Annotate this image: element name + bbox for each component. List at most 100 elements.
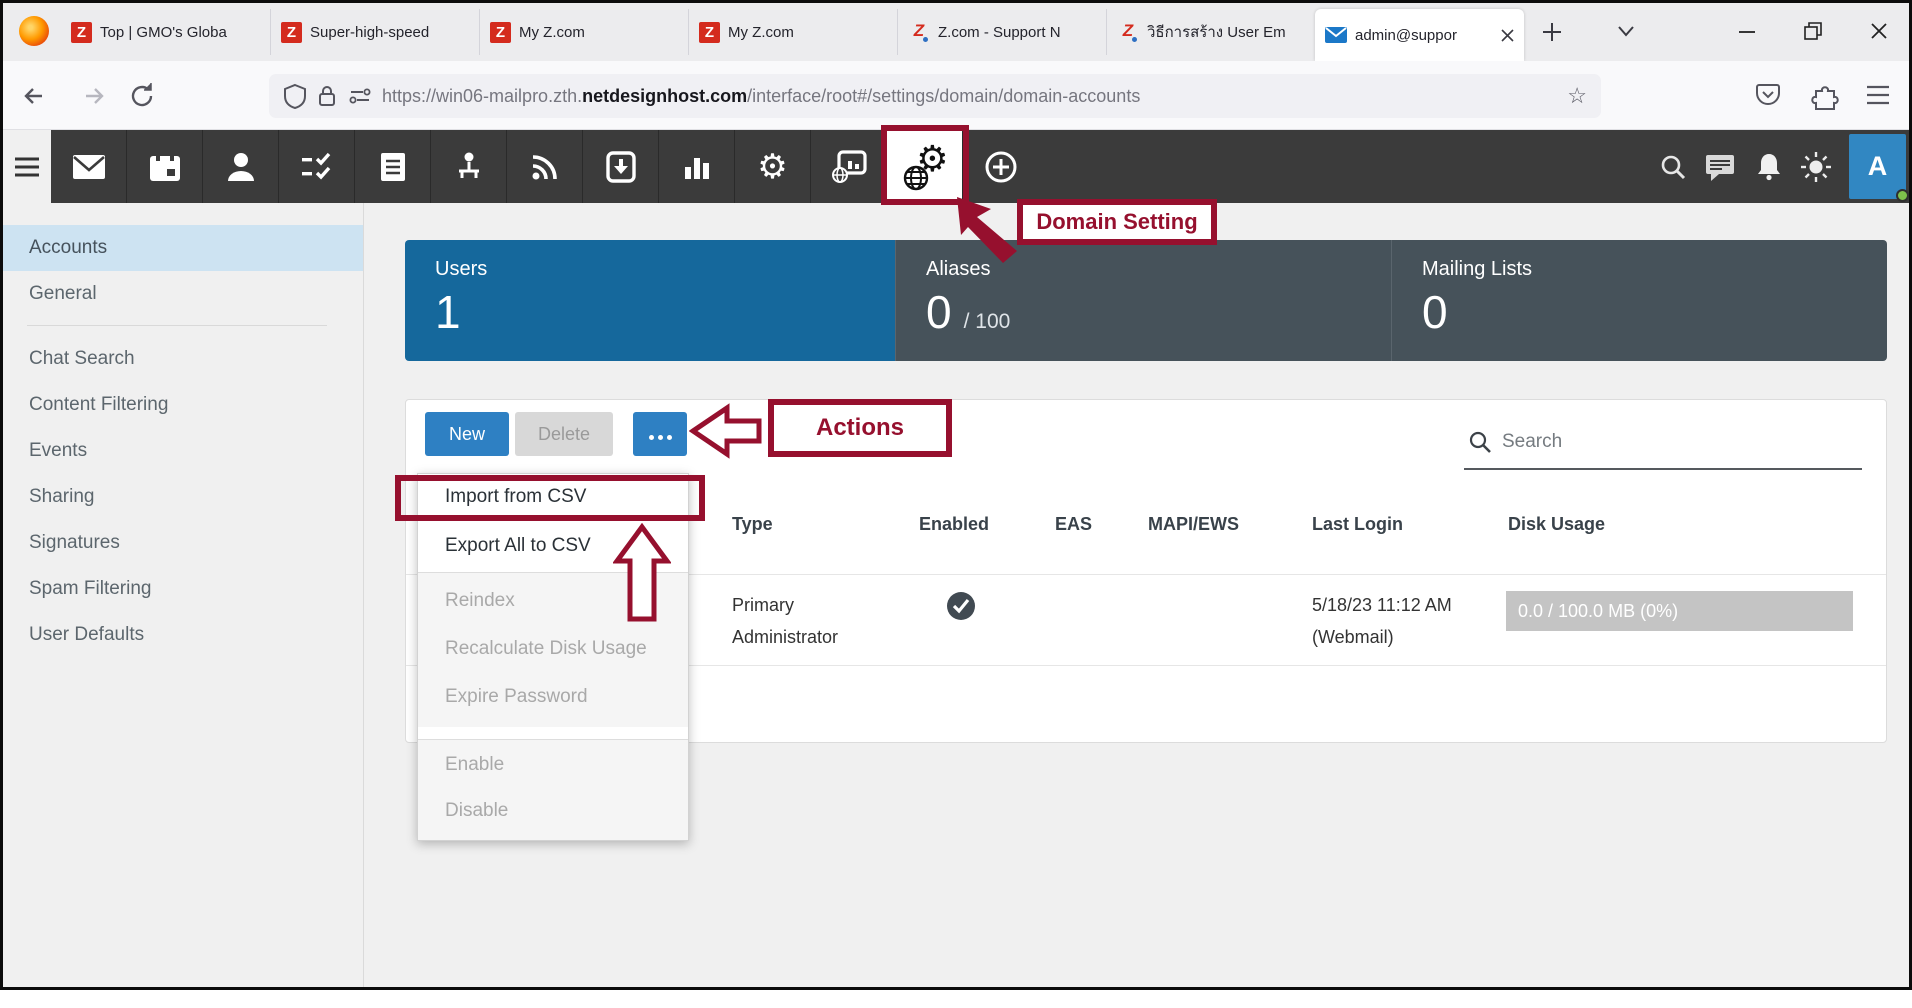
chat-button[interactable] [1703, 130, 1737, 203]
accounts-main: Users 1 Aliases 0/ 100 Mailing Lists 0 N… [365, 203, 1909, 987]
download-box-icon [606, 151, 636, 183]
window-restore-button[interactable] [1799, 17, 1827, 45]
sidebar-item-accounts[interactable]: Accounts [3, 225, 363, 271]
users-card[interactable]: Users 1 [405, 240, 895, 361]
tab-thai-user-guide[interactable]: Z วิธีการสร้าง User Em [1106, 9, 1315, 55]
global-search-button[interactable] [1658, 130, 1688, 203]
avatar[interactable]: A [1849, 134, 1906, 199]
account-search[interactable] [1464, 416, 1862, 470]
sidebar-item-events[interactable]: Events [3, 428, 363, 474]
enabled-check-icon [946, 591, 976, 621]
sidebar-item-sharing[interactable]: Sharing [3, 474, 363, 520]
menu-item-recalculate-disk-usage[interactable]: Recalculate Disk Usage [418, 625, 688, 673]
toolbar-item-new[interactable] [963, 130, 1039, 203]
toolbar-item-feeds[interactable] [507, 130, 583, 203]
mailing-lists-count: 0 [1422, 285, 1448, 339]
browser-menu-icon[interactable] [1863, 82, 1893, 108]
window-close-button[interactable] [1865, 17, 1893, 45]
actions-arrow-icon [689, 403, 763, 459]
window-minimize-button[interactable] [1733, 17, 1761, 45]
menu-icon[interactable] [13, 156, 41, 178]
reload-button[interactable] [125, 78, 161, 114]
zcom-favicon-icon: Z [699, 22, 720, 43]
tab-my-zcom-1[interactable]: Z My Z.com [479, 9, 688, 55]
import-from-csv-highlight-frame [395, 475, 705, 521]
mail-icon [71, 152, 107, 182]
pocket-icon[interactable] [1753, 80, 1783, 110]
more-actions-button[interactable] [633, 412, 687, 456]
column-header-type[interactable]: Type [732, 500, 773, 548]
search-input[interactable] [1502, 431, 1802, 453]
back-button[interactable] [17, 78, 53, 114]
delete-button[interactable]: Delete [515, 412, 613, 456]
column-header-enabled[interactable]: Enabled [919, 500, 989, 548]
theme-button[interactable] [1798, 130, 1834, 203]
import-csv-arrow-icon [613, 523, 671, 623]
notes-icon [379, 151, 407, 183]
toolbar-item-reports[interactable] [659, 130, 735, 203]
column-header-last-login[interactable]: Last Login [1312, 500, 1403, 548]
avatar-initial: A [1868, 151, 1888, 182]
toolbar-item-connections[interactable] [431, 130, 507, 203]
column-header-mapi-ews[interactable]: MAPI/EWS [1148, 500, 1239, 548]
toolbar-item-settings[interactable]: ⚙ [735, 130, 811, 203]
permissions-icon[interactable] [347, 85, 373, 107]
disk-usage-bar: 0.0 / 100.0 MB (0%) [1506, 591, 1853, 631]
tab-super-high-speed[interactable]: Z Super-high-speed [270, 9, 479, 55]
column-header-eas[interactable]: EAS [1055, 500, 1092, 548]
bookmark-star-icon[interactable]: ☆ [1567, 83, 1587, 109]
sidebar-item-chat-search[interactable]: Chat Search [3, 336, 363, 382]
sidebar-item-content-filtering[interactable]: Content Filtering [3, 382, 363, 428]
toolbar-item-mail[interactable] [51, 130, 127, 203]
gear-icon: ⚙ [757, 150, 787, 184]
toolbar-item-notes[interactable] [355, 130, 431, 203]
card-label: Mailing Lists [1422, 258, 1887, 281]
mail-favicon-icon [1325, 26, 1347, 44]
menu-item-enable[interactable]: Enable [418, 742, 688, 788]
menu-item-disable[interactable]: Disable [418, 788, 688, 834]
tab-title: วิธีการสร้าง User Em [1147, 20, 1305, 44]
toolbar-item-install[interactable] [583, 130, 659, 203]
tab-admin-webmail[interactable]: admin@suppor [1315, 9, 1524, 61]
plus-circle-icon [984, 150, 1018, 184]
sidebar-item-signatures[interactable]: Signatures [3, 520, 363, 566]
lock-icon[interactable] [316, 83, 338, 109]
mailing-lists-card[interactable]: Mailing Lists 0 [1391, 240, 1887, 361]
extensions-puzzle-icon[interactable] [1809, 80, 1839, 110]
tab-list-chevron-icon[interactable] [1615, 23, 1637, 39]
tab-zcom-support[interactable]: Z Z.com - Support N [897, 9, 1106, 55]
tab-title: admin@suppor [1355, 27, 1495, 44]
toolbar-item-domain-reports[interactable] [811, 130, 887, 203]
sidebar-toggle-area [3, 130, 51, 203]
chat-icon [1704, 152, 1736, 182]
sidebar-item-general[interactable]: General [3, 271, 363, 317]
sidebar-item-user-defaults[interactable]: User Defaults [3, 612, 363, 658]
tracking-shield-icon[interactable] [283, 83, 307, 109]
domain-settings-highlight-frame [881, 125, 969, 205]
toolbar-item-calendar[interactable] [127, 130, 203, 203]
new-button[interactable]: New [425, 412, 509, 456]
toolbar-item-contacts[interactable] [203, 130, 279, 203]
users-count: 1 [435, 285, 461, 339]
tab-close-icon[interactable] [1501, 29, 1514, 42]
new-tab-button[interactable] [1539, 19, 1565, 45]
bar-chart-icon [682, 153, 712, 181]
notifications-button[interactable] [1753, 130, 1785, 203]
zcom-script-favicon-icon: Z [908, 21, 930, 43]
aliases-count: 0 [926, 285, 952, 339]
tab-title: Z.com - Support N [938, 24, 1096, 41]
calendar-icon [148, 151, 182, 183]
column-header-disk-usage[interactable]: Disk Usage [1508, 500, 1605, 548]
tab-bar: Z Top | GMO's Globa Z Super-high-speed Z… [3, 3, 1909, 61]
forward-button[interactable] [75, 78, 111, 114]
tab-title: My Z.com [728, 24, 887, 41]
menu-gap [418, 727, 688, 739]
firefox-logo-icon[interactable] [19, 16, 49, 46]
url-bar[interactable]: https://win06-mailpro.zth.netdesignhost.… [269, 74, 1601, 118]
tab-my-zcom-2[interactable]: Z My Z.com [688, 9, 897, 55]
tab-gmo-global[interactable]: Z Top | GMO's Globa [61, 9, 270, 55]
toolbar-item-tasks[interactable] [279, 130, 355, 203]
menu-item-expire-password[interactable]: Expire Password [418, 673, 688, 721]
sidebar-item-spam-filtering[interactable]: Spam Filtering [3, 566, 363, 612]
search-icon [1659, 153, 1687, 181]
